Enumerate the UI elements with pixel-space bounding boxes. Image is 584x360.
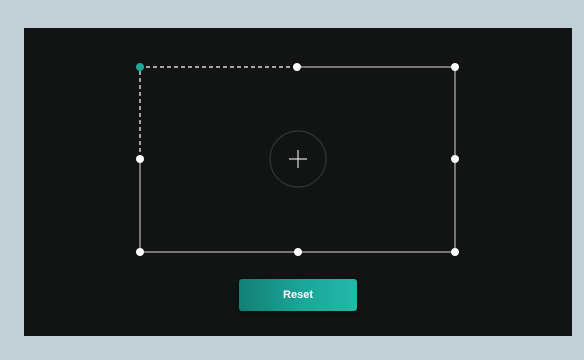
reset-button[interactable]: Reset [239, 279, 357, 311]
handle-middle-left[interactable] [136, 155, 144, 163]
handle-top-left[interactable] [136, 63, 144, 71]
handle-bottom-left[interactable] [136, 248, 144, 256]
plus-icon [289, 150, 307, 168]
handle-bottom-middle[interactable] [294, 248, 302, 256]
add-point-button[interactable] [269, 130, 327, 188]
handle-top-middle[interactable] [293, 63, 301, 71]
app-frame: Reset [0, 0, 584, 360]
handle-bottom-right[interactable] [451, 248, 459, 256]
handle-middle-right[interactable] [451, 155, 459, 163]
handle-top-right[interactable] [451, 63, 459, 71]
editor-canvas[interactable]: Reset [24, 28, 572, 336]
